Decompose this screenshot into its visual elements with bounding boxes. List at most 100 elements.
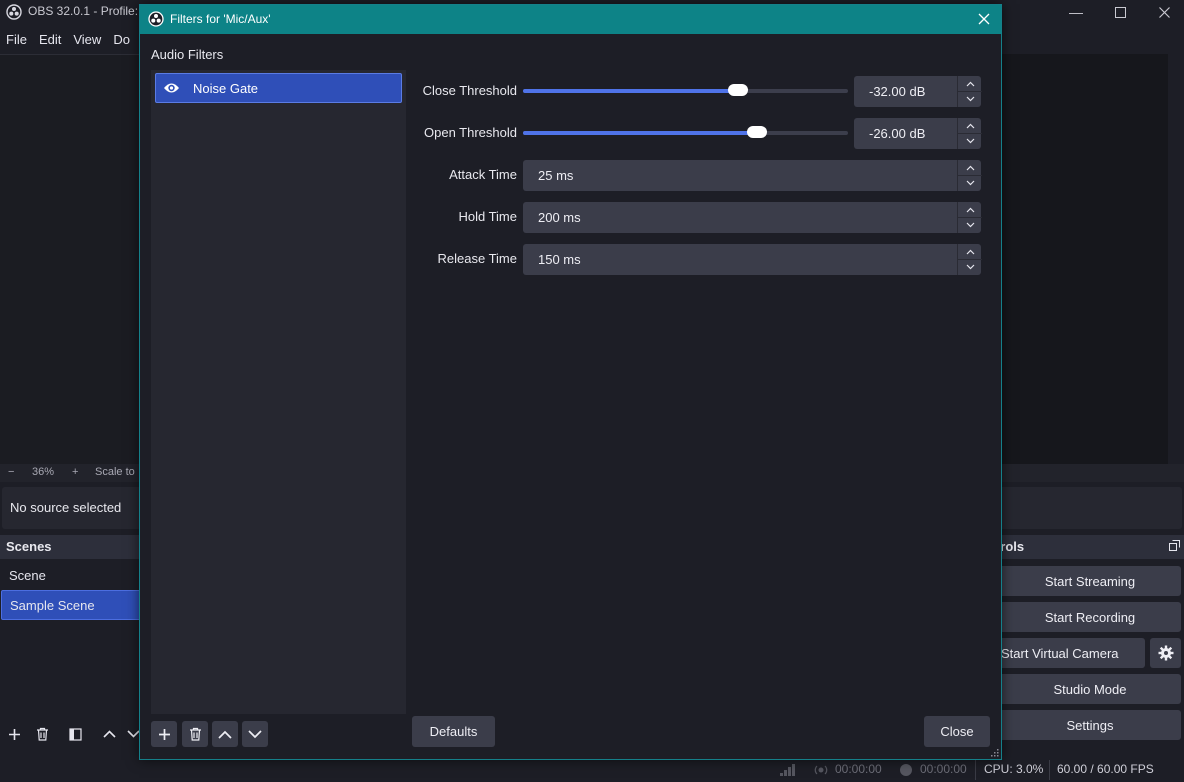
chevron-down-icon: [248, 729, 262, 738]
move-filter-up-button[interactable]: [212, 721, 238, 747]
scene-item[interactable]: Scene: [0, 560, 150, 590]
hold-time-label: Hold Time: [458, 209, 517, 224]
spin-up-icon[interactable]: [958, 118, 982, 133]
resize-grip-icon[interactable]: [991, 749, 999, 757]
dialog-titlebar: Filters for 'Mic/Aux': [140, 5, 1001, 34]
record-time: 00:00:00: [920, 762, 967, 776]
scenes-toolbar: [0, 720, 150, 748]
menu-file[interactable]: File: [0, 28, 33, 52]
zoom-out-button[interactable]: −: [8, 466, 14, 478]
close-button[interactable]: Close: [924, 716, 990, 747]
hold-time-row: Hold Time 200 ms: [410, 201, 982, 233]
attack-time-row: Attack Time 25 ms: [410, 159, 982, 191]
menu-view[interactable]: View: [67, 28, 107, 52]
spin-down-icon[interactable]: [958, 133, 982, 148]
minimize-icon[interactable]: —: [1054, 0, 1098, 24]
spin-up-icon[interactable]: [958, 244, 982, 259]
cpu-usage: CPU: 3.0%: [984, 762, 1044, 776]
open-threshold-slider[interactable]: [523, 126, 848, 138]
add-filter-button[interactable]: [151, 721, 177, 747]
status-separator: [1049, 760, 1050, 780]
spin-down-icon[interactable]: [958, 175, 982, 190]
spin-up-icon[interactable]: [958, 160, 982, 175]
attack-time-value: 25 ms: [538, 168, 574, 183]
move-filter-down-button[interactable]: [242, 721, 268, 747]
menu-docks[interactable]: Do: [107, 28, 136, 52]
plus-icon: [158, 728, 170, 740]
scene-filters-icon[interactable]: [63, 723, 87, 745]
open-threshold-label: Open Threshold: [424, 125, 517, 140]
open-threshold-row: Open Threshold -26.00 dB: [410, 117, 982, 149]
chevron-up-icon: [218, 730, 232, 739]
close-threshold-value: -32.00 dB: [869, 84, 926, 99]
close-threshold-label: Close Threshold: [422, 83, 517, 98]
scenes-dock-header: Scenes: [0, 535, 150, 559]
add-scene-icon[interactable]: [2, 723, 26, 745]
zoom-level: 36%: [32, 466, 55, 478]
dialog-title: Filters for 'Mic/Aux': [170, 12, 271, 26]
attack-time-spinbox[interactable]: 25 ms: [523, 160, 982, 191]
spin-up-icon[interactable]: [958, 202, 982, 217]
record-status-icon: [900, 764, 912, 776]
open-threshold-value: -26.00 dB: [869, 126, 926, 141]
filter-item-noise-gate[interactable]: Noise Gate: [155, 73, 402, 103]
fps-display: 60.00 / 60.00 FPS: [1057, 762, 1154, 776]
undock-icon[interactable]: [1169, 540, 1180, 551]
preview-canvas-edge: [1002, 54, 1168, 464]
close-threshold-row: Close Threshold -32.00 dB: [410, 75, 982, 107]
controls-dock-title: ntrols: [1000, 539, 1025, 554]
spin-down-icon[interactable]: [958, 217, 982, 232]
status-bar: 00:00:00 00:00:00 CPU: 3.0% 60.00 / 60.0…: [0, 758, 1184, 782]
controls-dock-header: ntrols: [1000, 535, 1184, 559]
settings-button[interactable]: Settings: [999, 710, 1181, 740]
obs-logo-icon: [6, 4, 22, 20]
stream-status-icon: [814, 765, 828, 775]
defaults-button[interactable]: Defaults: [412, 716, 495, 747]
open-threshold-fill: [523, 131, 757, 135]
source-status: No source selected: [10, 500, 122, 515]
obs-logo-icon: [148, 11, 164, 27]
filter-list: Noise Gate: [151, 70, 406, 714]
visibility-eye-icon[interactable]: [163, 81, 180, 95]
close-threshold-spinbox[interactable]: -32.00 dB: [854, 76, 982, 107]
dialog-close-icon[interactable]: [973, 8, 995, 30]
release-time-row: Release Time 150 ms: [410, 243, 982, 275]
maximize-icon[interactable]: [1098, 0, 1142, 24]
gear-icon: [1158, 645, 1173, 661]
spin-down-icon[interactable]: [958, 91, 982, 106]
menu-edit[interactable]: Edit: [33, 28, 67, 52]
start-streaming-button[interactable]: Start Streaming: [999, 566, 1181, 596]
attack-time-label: Attack Time: [449, 167, 517, 182]
menu-bar: File Edit View Do: [0, 28, 136, 52]
remove-filter-button[interactable]: [182, 721, 208, 747]
release-time-label: Release Time: [437, 251, 517, 266]
scale-to-label[interactable]: Scale to: [95, 466, 135, 478]
close-threshold-handle[interactable]: [727, 84, 748, 96]
status-separator: [975, 760, 976, 780]
remove-scene-icon[interactable]: [30, 723, 54, 745]
stream-time: 00:00:00: [835, 762, 882, 776]
move-scene-up-icon[interactable]: [97, 723, 121, 745]
filter-name: Noise Gate: [193, 81, 259, 96]
spin-up-icon[interactable]: [958, 76, 982, 91]
open-threshold-handle[interactable]: [747, 126, 767, 138]
open-threshold-spinbox[interactable]: -26.00 dB: [854, 118, 982, 149]
hold-time-value: 200 ms: [538, 210, 581, 225]
release-time-spinbox[interactable]: 150 ms: [523, 244, 982, 275]
main-window-title: OBS 32.0.1 - Profile: U: [28, 4, 151, 18]
start-recording-button[interactable]: Start Recording: [999, 602, 1181, 632]
spin-down-icon[interactable]: [958, 259, 982, 274]
start-virtual-camera-button[interactable]: Start Virtual Camera: [999, 638, 1145, 668]
close-threshold-slider[interactable]: [523, 84, 848, 96]
virtual-camera-settings-button[interactable]: [1150, 638, 1181, 668]
studio-mode-button[interactable]: Studio Mode: [999, 674, 1181, 704]
audio-filters-label: Audio Filters: [151, 47, 224, 62]
trash-icon: [189, 727, 201, 741]
zoom-in-button[interactable]: +: [72, 466, 78, 478]
release-time-value: 150 ms: [538, 252, 581, 267]
scene-item-selected[interactable]: Sample Scene: [1, 590, 149, 620]
close-threshold-fill: [523, 89, 738, 93]
network-bars-icon: [780, 764, 795, 776]
hold-time-spinbox[interactable]: 200 ms: [523, 202, 982, 233]
window-close-icon[interactable]: [1142, 0, 1184, 24]
